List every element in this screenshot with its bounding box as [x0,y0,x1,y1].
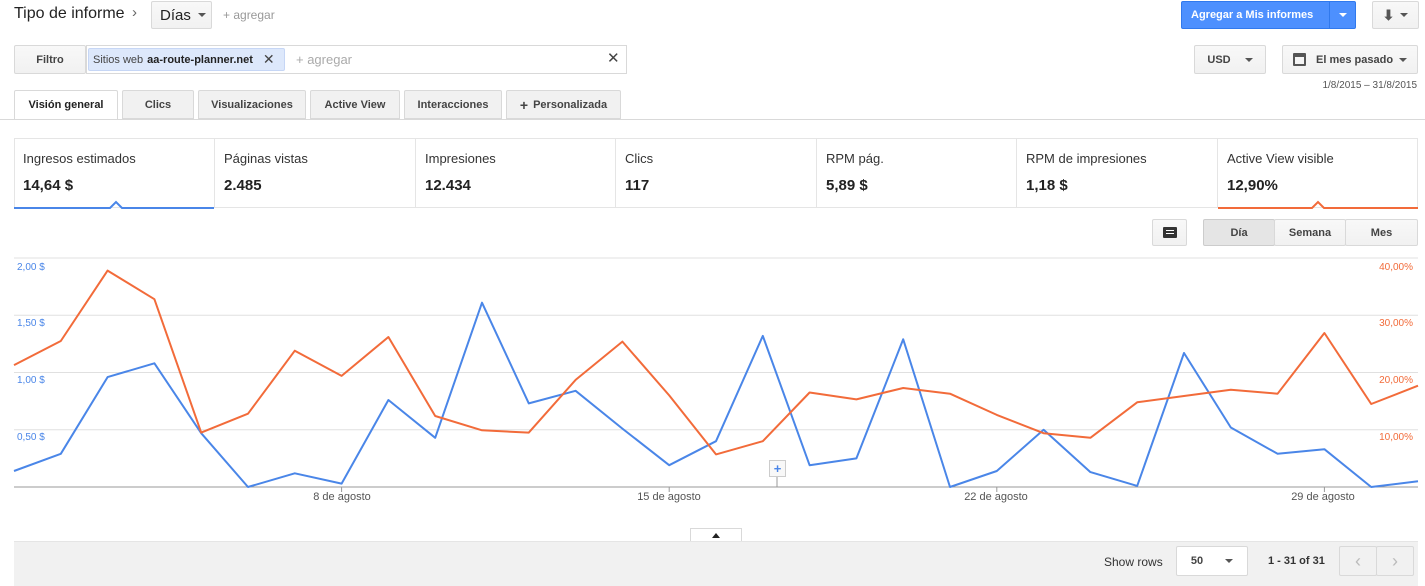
chevron-down-icon [1225,559,1234,563]
x-tick-label: 29 de agosto [1291,491,1355,503]
prev-page-button[interactable]: ‹ [1339,546,1377,576]
x-tick-label: 15 de agosto [637,491,701,503]
chevron-left-icon: ‹ [1355,550,1361,571]
line-chart [13,257,1419,492]
rows-value: 50 [1190,555,1204,567]
caret-up-icon [712,533,720,538]
x-tick-label: 8 de agosto [313,491,371,503]
y-tick-left: 2,00 $ [17,262,45,273]
y-tick-right: 30,00% [1379,318,1413,329]
next-page-button[interactable]: › [1376,546,1414,576]
y-tick-left: 1,50 $ [17,318,45,329]
y-tick-right: 20,00% [1379,375,1413,386]
y-tick-right: 10,00% [1379,432,1413,443]
rows-per-page-dropdown[interactable]: 50 [1176,546,1248,576]
y-tick-right: 40,00% [1379,262,1413,273]
series-line-active-view [13,269,1419,456]
x-tick-label: 22 de agosto [964,491,1028,503]
y-tick-left: 0,50 $ [17,432,45,443]
collapse-chart-handle[interactable] [690,528,742,542]
series-line-ingresos [13,301,1419,488]
pagination-range: 1 - 31 of 31 [1268,555,1325,567]
y-tick-left: 1,00 $ [17,375,45,386]
chevron-right-icon: › [1392,550,1398,571]
show-rows-label: Show rows [1104,555,1163,569]
add-annotation-button[interactable]: + [769,460,786,477]
